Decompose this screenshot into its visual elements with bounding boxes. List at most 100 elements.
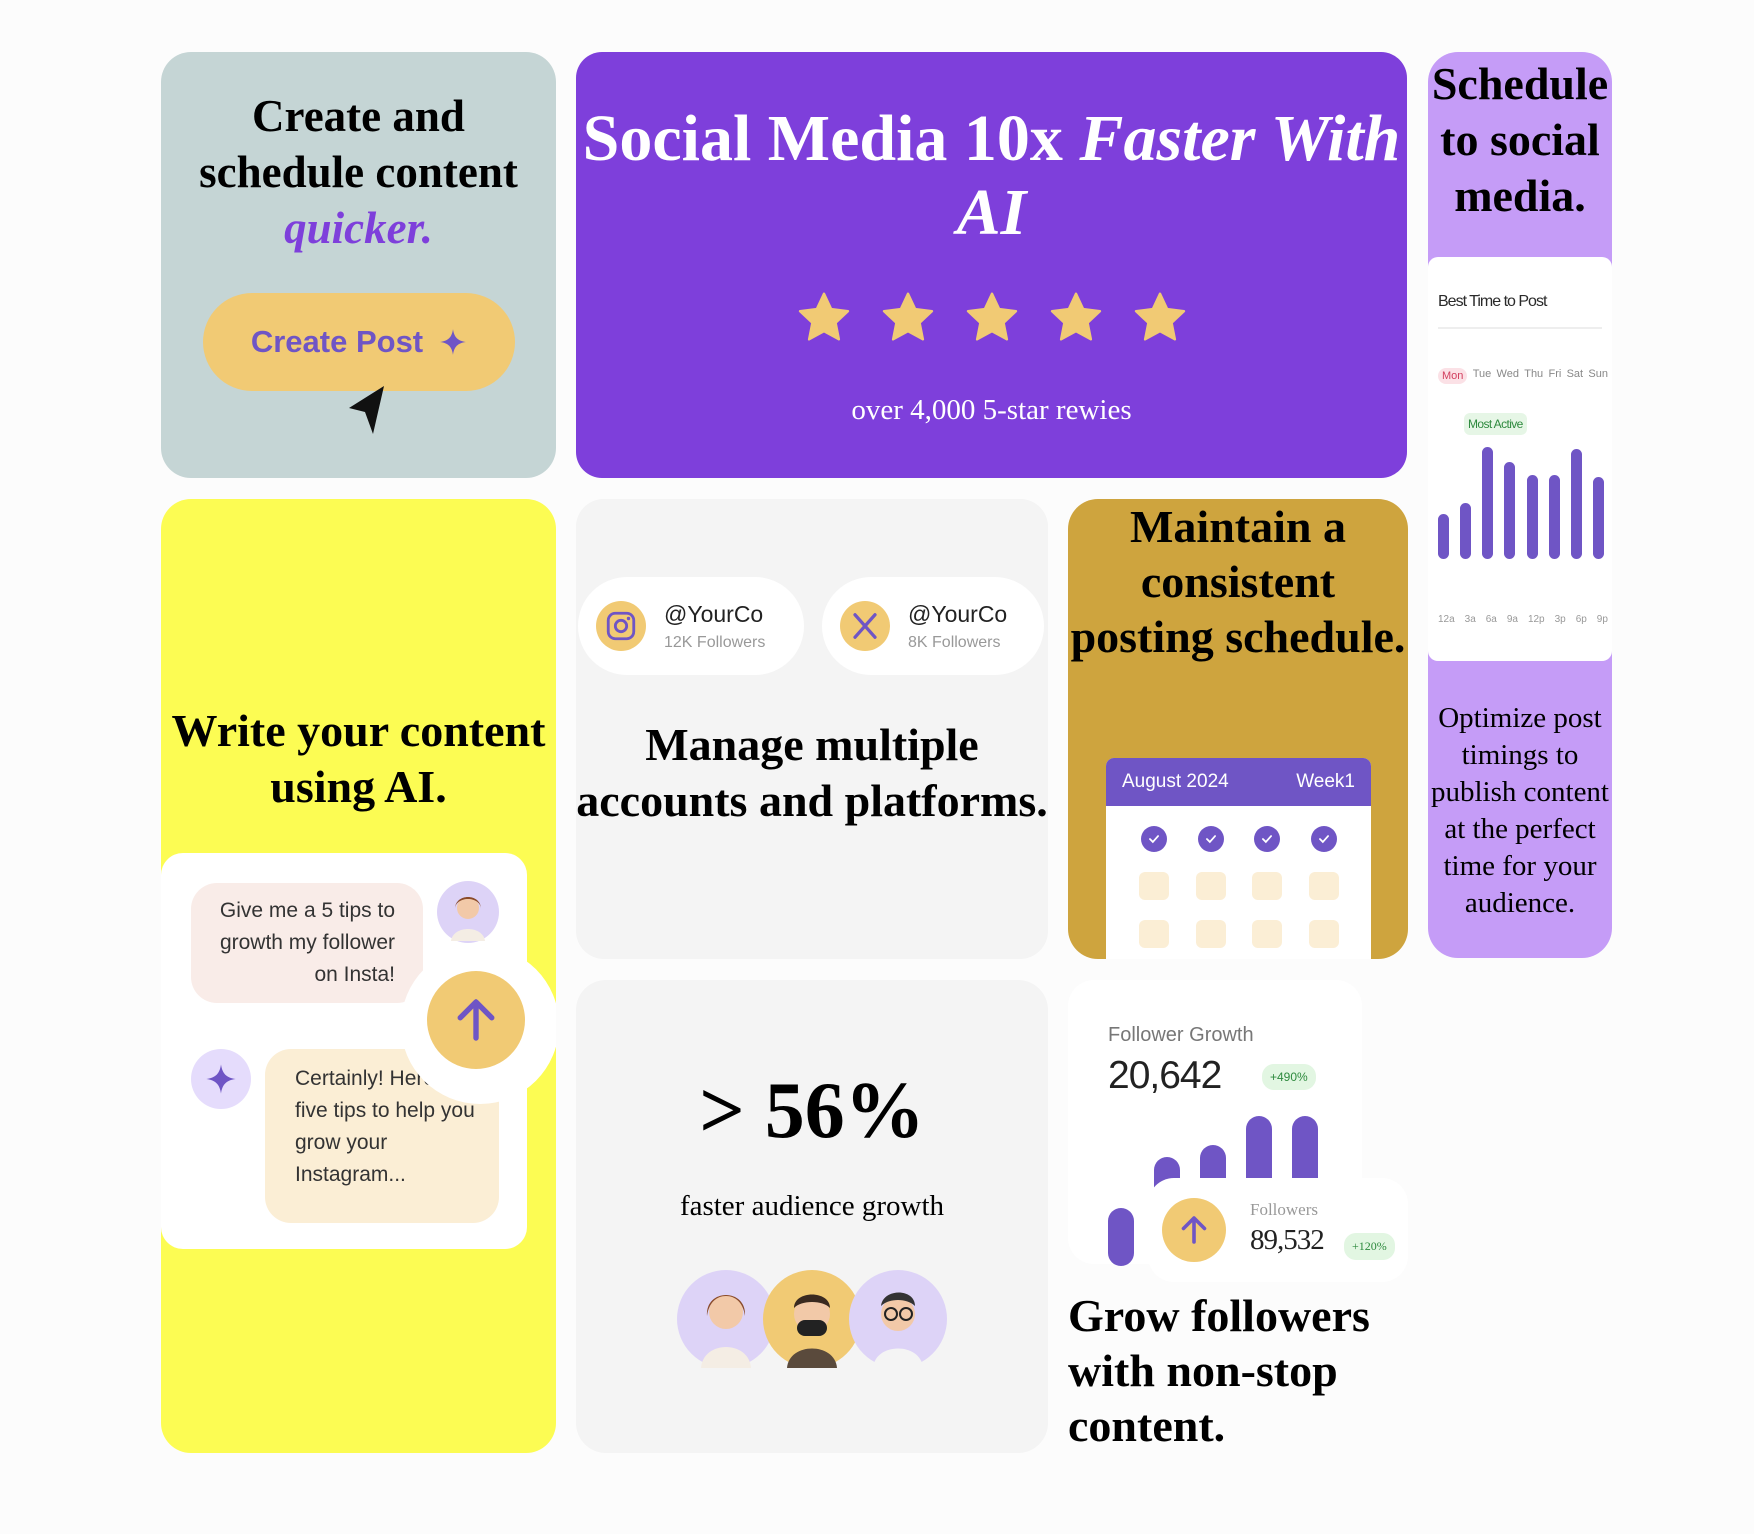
accounts-card: @YourCo 12K Followers @YourCo 8K Followe… xyxy=(576,499,1048,959)
time-label: 3p xyxy=(1554,614,1566,625)
star-icon xyxy=(1134,292,1186,341)
check-icon xyxy=(1141,826,1168,852)
day-tab-fri[interactable]: Fri xyxy=(1548,368,1561,384)
growth-stat: > 56% xyxy=(699,1067,925,1155)
schedule-description: Optimize post timings to publish content… xyxy=(1430,702,1609,919)
ai-sparkle-icon xyxy=(191,1049,251,1109)
day-tab-mon[interactable]: Mon xyxy=(1438,368,1468,384)
avatar xyxy=(677,1270,775,1368)
calendar-month: August 2024 xyxy=(1122,771,1229,792)
calendar-slot[interactable] xyxy=(1308,920,1339,948)
calendar-slot[interactable] xyxy=(1252,920,1283,948)
time-label: 9a xyxy=(1506,614,1518,625)
activity-bar xyxy=(1592,477,1604,559)
create-post-label: Create Post xyxy=(250,324,424,359)
day-tab-sun[interactable]: Sun xyxy=(1588,368,1608,384)
create-post-button[interactable]: Create Post xyxy=(203,293,515,391)
activity-bar xyxy=(1460,503,1472,559)
growth-badge: +490% xyxy=(1262,1064,1316,1090)
followers-label: Followers xyxy=(1250,1200,1318,1219)
avatar-group xyxy=(677,1270,947,1370)
growth-title: Grow followers with non-stop content. xyxy=(1068,1290,1370,1451)
avatar xyxy=(849,1270,947,1368)
follower-growth-label: Follower Growth xyxy=(1108,1024,1254,1046)
hero-title: Social Media 10x Faster With AI xyxy=(576,102,1407,250)
check-icon xyxy=(1197,826,1224,852)
ai-writing-card: Write your content using AI. Give me a 5… xyxy=(161,499,556,1453)
followers-panel: Followers 89,532 +120% xyxy=(1148,1178,1408,1282)
x-account-pill[interactable]: @YourCo 8K Followers xyxy=(822,577,1044,675)
user-avatar xyxy=(437,881,499,943)
activity-bar xyxy=(1526,475,1538,559)
growth-card: Follower Growth 20,642 +490% Followers 8… xyxy=(1068,980,1408,1453)
account-handle: @YourCo xyxy=(908,600,1008,627)
avatar xyxy=(763,1270,861,1368)
accounts-title: Manage multiple accounts and platforms. xyxy=(576,719,1048,826)
day-tab-sat[interactable]: Sat xyxy=(1567,368,1584,384)
best-time-panel: Best Time to Post Mon Tue Wed Thu Fri Sa… xyxy=(1428,257,1612,661)
time-axis: 12a 3a 6a 9a 12p 3p 6p 9p xyxy=(1438,614,1608,625)
day-tab-tue[interactable]: Tue xyxy=(1473,368,1492,384)
activity-bar xyxy=(1548,475,1560,559)
title-line-1: Create and xyxy=(252,91,465,141)
followers-up-badge xyxy=(1162,1198,1226,1262)
star-icon xyxy=(798,292,850,341)
followers-value: 89,532 xyxy=(1250,1224,1325,1256)
arrow-up-icon xyxy=(457,999,495,1041)
calendar-slot[interactable] xyxy=(1252,872,1283,900)
day-tab-thu[interactable]: Thu xyxy=(1524,368,1543,384)
schedule-card: Schedule to social media. Best Time to P… xyxy=(1428,52,1612,958)
time-label: 9p xyxy=(1596,614,1608,625)
check-icon xyxy=(1254,826,1281,852)
user-message-bubble: Give me a 5 tips to growth my follower o… xyxy=(191,883,423,1003)
calendar-slot[interactable] xyxy=(1195,872,1226,900)
day-selector: Mon Tue Wed Thu Fri Sat Sun xyxy=(1438,368,1608,384)
consistent-title: Maintain a consistent posting schedule. xyxy=(1070,501,1406,662)
arrow-up-icon xyxy=(1181,1216,1207,1244)
follower-growth-value: 20,642 xyxy=(1108,1054,1222,1097)
calendar-week: Week1 xyxy=(1296,771,1355,792)
calendar-header: August 2024 Week1 xyxy=(1106,758,1371,806)
account-handle: @YourCo xyxy=(664,600,764,627)
calendar-slot[interactable] xyxy=(1308,872,1339,900)
activity-bar xyxy=(1504,462,1516,559)
rating-stars xyxy=(796,290,1188,344)
star-icon xyxy=(966,292,1018,341)
time-label: 3a xyxy=(1464,614,1476,625)
create-schedule-title: Create and schedule content quicker. xyxy=(161,88,556,256)
calendar-slot[interactable] xyxy=(1139,872,1170,900)
consistent-card: Maintain a consistent posting schedule. … xyxy=(1068,499,1408,959)
activity-bar xyxy=(1570,449,1582,559)
calendar-slot[interactable] xyxy=(1195,920,1226,948)
activity-bar xyxy=(1438,514,1449,559)
account-followers: 12K Followers xyxy=(664,633,766,651)
ai-writing-title: Write your content using AI. xyxy=(171,705,546,812)
growth-bar xyxy=(1108,1208,1134,1266)
time-label: 6p xyxy=(1575,614,1587,625)
stats-card: > 56% faster audience growth xyxy=(576,980,1048,1453)
hero-title-main: Social Media 10x xyxy=(582,102,1080,175)
followers-badge: +120% xyxy=(1344,1233,1395,1260)
title-accent: quicker. xyxy=(284,203,433,253)
best-time-title: Best Time to Post xyxy=(1438,293,1547,310)
divider xyxy=(1438,327,1602,329)
send-button[interactable] xyxy=(427,971,525,1069)
calendar-slot[interactable] xyxy=(1139,920,1170,948)
growth-stat-caption: faster audience growth xyxy=(679,1190,945,1222)
star-icon xyxy=(882,292,934,341)
activity-bar-chart xyxy=(1438,447,1604,559)
schedule-title: Schedule to social media. xyxy=(1431,58,1609,221)
account-followers: 8K Followers xyxy=(908,633,1001,651)
star-icon xyxy=(1050,292,1102,341)
x-icon xyxy=(840,601,890,651)
hero-card: Social Media 10x Faster With AI over 4,0… xyxy=(576,52,1407,478)
sparkle-icon xyxy=(440,329,466,355)
day-tab-wed[interactable]: Wed xyxy=(1497,368,1519,384)
cursor-arrow-icon xyxy=(349,386,384,434)
instagram-icon xyxy=(596,601,646,651)
instagram-account-pill[interactable]: @YourCo 12K Followers xyxy=(578,577,804,675)
most-active-badge: Most Active xyxy=(1464,413,1527,435)
calendar-grid xyxy=(1126,826,1352,948)
time-label: 12a xyxy=(1438,614,1455,625)
create-schedule-card: Create and schedule content quicker. Cre… xyxy=(161,52,556,478)
